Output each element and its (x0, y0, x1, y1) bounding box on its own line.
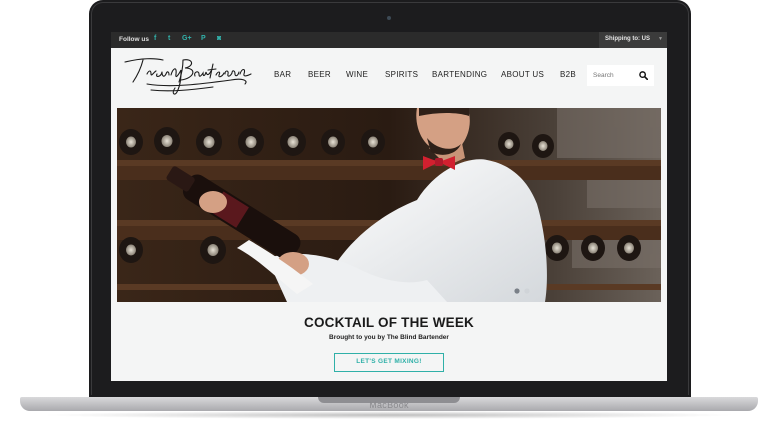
camera-icon (387, 16, 391, 20)
logo-signature (124, 58, 252, 95)
carousel-dot-1 (514, 288, 520, 294)
top-bar: Follow us f t G+ P ◙ Shipping to: US ▼ (111, 32, 667, 48)
laptop-shadow (40, 411, 738, 419)
pinterest-icon[interactable]: P (201, 35, 206, 42)
follow-us-label: Follow us (119, 36, 149, 43)
search-box (587, 65, 654, 86)
logo[interactable] (121, 54, 257, 105)
search-icon[interactable] (639, 71, 648, 80)
shipping-selector[interactable]: Shipping to: US ▼ (599, 32, 667, 48)
section-subtitle: Brought to you by The Blind Bartender (329, 334, 449, 341)
nav-item-wine[interactable]: WINE (346, 70, 368, 79)
hero-image (117, 108, 661, 302)
carousel-dot-2 (524, 288, 530, 294)
nav-item-spirits[interactable]: SPIRITS (385, 70, 418, 79)
instagram-icon[interactable]: ◙ (217, 35, 221, 42)
twitter-icon[interactable]: t (168, 35, 170, 42)
hero-banner[interactable] (117, 108, 661, 302)
nav-item-about-us[interactable]: ABOUT US (501, 70, 544, 79)
shipping-label: Shipping to: US (605, 36, 650, 42)
nav-item-bartending[interactable]: BARTENDING (432, 70, 487, 79)
device-brand-label: MacBook (369, 400, 409, 410)
google-plus-icon[interactable]: G+ (182, 35, 192, 42)
facebook-icon[interactable]: f (154, 35, 156, 42)
section-title: COCKTAIL OF THE WEEK (304, 315, 474, 330)
screen: Follow us f t G+ P ◙ Shipping to: US ▼ B… (111, 32, 667, 381)
site-header: BAR BEER WINE SPIRITS BARTENDING ABOUT U… (111, 48, 667, 108)
chevron-down-icon: ▼ (658, 36, 663, 42)
nav-item-bar[interactable]: BAR (274, 70, 291, 79)
nav-item-b2b[interactable]: B2B (560, 70, 576, 79)
search-input[interactable] (587, 65, 635, 86)
nav-item-beer[interactable]: BEER (308, 70, 331, 79)
lets-get-mixing-button[interactable]: LET'S GET MIXING! (334, 353, 444, 372)
